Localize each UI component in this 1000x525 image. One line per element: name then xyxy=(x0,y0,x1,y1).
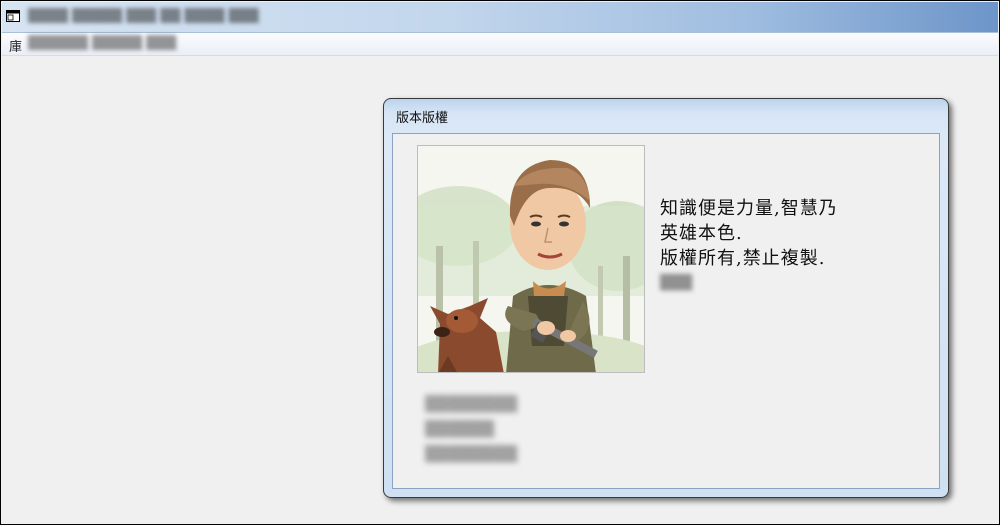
contact-info-blurred: ▒▒▒▒▒▒▒▒ ▒▒▒▒▒▒ ▒▒▒▒▒▒▒▒ xyxy=(425,392,517,467)
info-line-2: ▒▒▒▒▒▒ xyxy=(425,420,495,438)
quote-line-1: 知識便是力量,智慧乃 xyxy=(660,198,838,219)
quote-line-3: 版權所有,禁止複製. xyxy=(660,248,826,269)
window-title: ▒▒▒▒ ▒▒▒▒▒ ▒▒▒ ▒▒ ▒▒▒▒ ▒▒▒ xyxy=(28,9,259,24)
application-window: ▒▒▒▒ ▒▒▒▒▒ ▒▒▒ ▒▒ ▒▒▒▒ ▒▒▒ 庫 ▒▒▒▒▒▒ ▒▒▒▒… xyxy=(0,0,1000,525)
caricature-illustration xyxy=(418,146,644,372)
menu-items-blurred[interactable]: ▒▒▒▒▒▒ ▒▒▒▒▒ ▒▒▒ xyxy=(28,36,176,51)
menu-bar: 庫 ▒▒▒▒▒▒ ▒▒▒▒▒ ▒▒▒ xyxy=(2,33,998,56)
dialog-title: 版本版權 xyxy=(396,111,449,126)
copyright-quote: 知識便是力量,智慧乃 英雄本色. 版權所有,禁止複製. ▒▒▒ xyxy=(660,196,838,296)
author-name: ▒▒▒ xyxy=(660,275,693,291)
title-bar[interactable]: ▒▒▒▒ ▒▒▒▒▒ ▒▒▒ ▒▒ ▒▒▒▒ ▒▒▒ xyxy=(2,2,998,33)
menu-item-first[interactable]: 庫 xyxy=(9,36,22,55)
app-window-icon xyxy=(6,10,20,22)
quote-line-2: 英雄本色. xyxy=(660,223,743,244)
about-dialog: 版本版權 知識便是力量,智慧乃 英雄本色. 版權所有,禁止複製. ▒▒▒ ▒▒▒… xyxy=(383,98,949,498)
info-line-3: ▒▒▒▒▒▒▒▒ xyxy=(425,445,518,463)
info-line-1: ▒▒▒▒▒▒▒▒ xyxy=(425,395,518,413)
author-caricature-image xyxy=(417,145,645,373)
dialog-body: 知識便是力量,智慧乃 英雄本色. 版權所有,禁止複製. ▒▒▒ ▒▒▒▒▒▒▒▒… xyxy=(392,133,940,489)
